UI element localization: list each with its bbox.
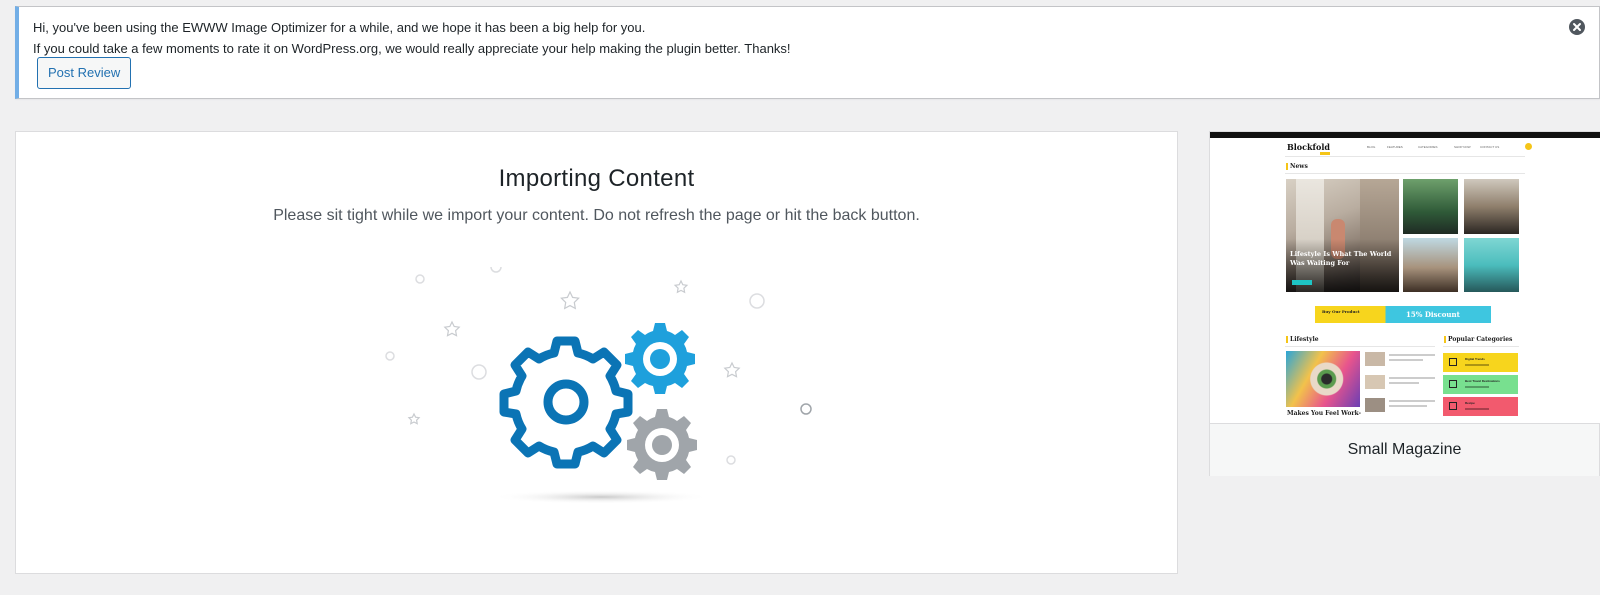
demo-preview-card[interactable]: Blockfold BLOG FEATURES CATEGORIES SHOP …: [1209, 131, 1600, 476]
post-review-button[interactable]: Post Review: [37, 57, 132, 89]
lifestyle-image: [1286, 351, 1360, 407]
site-logo: Blockfold: [1287, 142, 1330, 152]
popular-categories-heading: Popular Categories: [1444, 336, 1512, 343]
category-travel: Best Travel Destinations: [1443, 375, 1518, 394]
decor-circle: [490, 267, 502, 273]
lifestyle-heading: Lifestyle: [1286, 336, 1319, 343]
news-thumb: [1464, 179, 1519, 234]
hero-image: [1286, 179, 1399, 292]
import-subtitle: Please sit tight while we import your co…: [273, 207, 920, 224]
banner-discount: 15% Discount: [1406, 310, 1460, 319]
notice-line-1: Hi, you've been using the EWWW Image Opt…: [33, 20, 646, 35]
news-heading: News: [1286, 163, 1308, 170]
hero-title: Lifestyle Is What The World Was Waiting …: [1290, 250, 1392, 267]
notice-line-2: If you could take a few moments to rate …: [33, 41, 791, 56]
page-title: Importing Content: [498, 165, 695, 192]
news-thumb: [1403, 179, 1458, 234]
demo-title[interactable]: Small Magazine: [1210, 424, 1599, 476]
banner-text: Buy Our Product: [1322, 309, 1360, 314]
site-nav-item: SHOP NOW: [1454, 145, 1471, 149]
gears-icon: [385, 267, 812, 504]
news-thumb: [1464, 238, 1519, 292]
site-nav-item: CATEGORIES: [1418, 145, 1438, 149]
site-nav-item: CONTACT US: [1480, 145, 1500, 149]
site-nav-item: FEATURES: [1387, 145, 1403, 149]
lifestyle-card-title: Makes You Feel Work-: [1287, 410, 1361, 417]
site-nav-item: BLOG: [1367, 145, 1376, 149]
review-notice: Hi, you've been using the EWWW Image Opt…: [15, 6, 1600, 99]
news-thumb: [1403, 238, 1458, 292]
close-circle-icon[interactable]: [1569, 19, 1585, 35]
category-recipe: Recipe: [1443, 397, 1518, 416]
import-panel: Importing Content Please sit tight while…: [15, 131, 1178, 574]
category-digital-trends: Digital Trends: [1443, 353, 1518, 372]
search-icon: [1525, 143, 1532, 150]
demo-screenshot[interactable]: Blockfold BLOG FEATURES CATEGORIES SHOP …: [1210, 132, 1600, 424]
